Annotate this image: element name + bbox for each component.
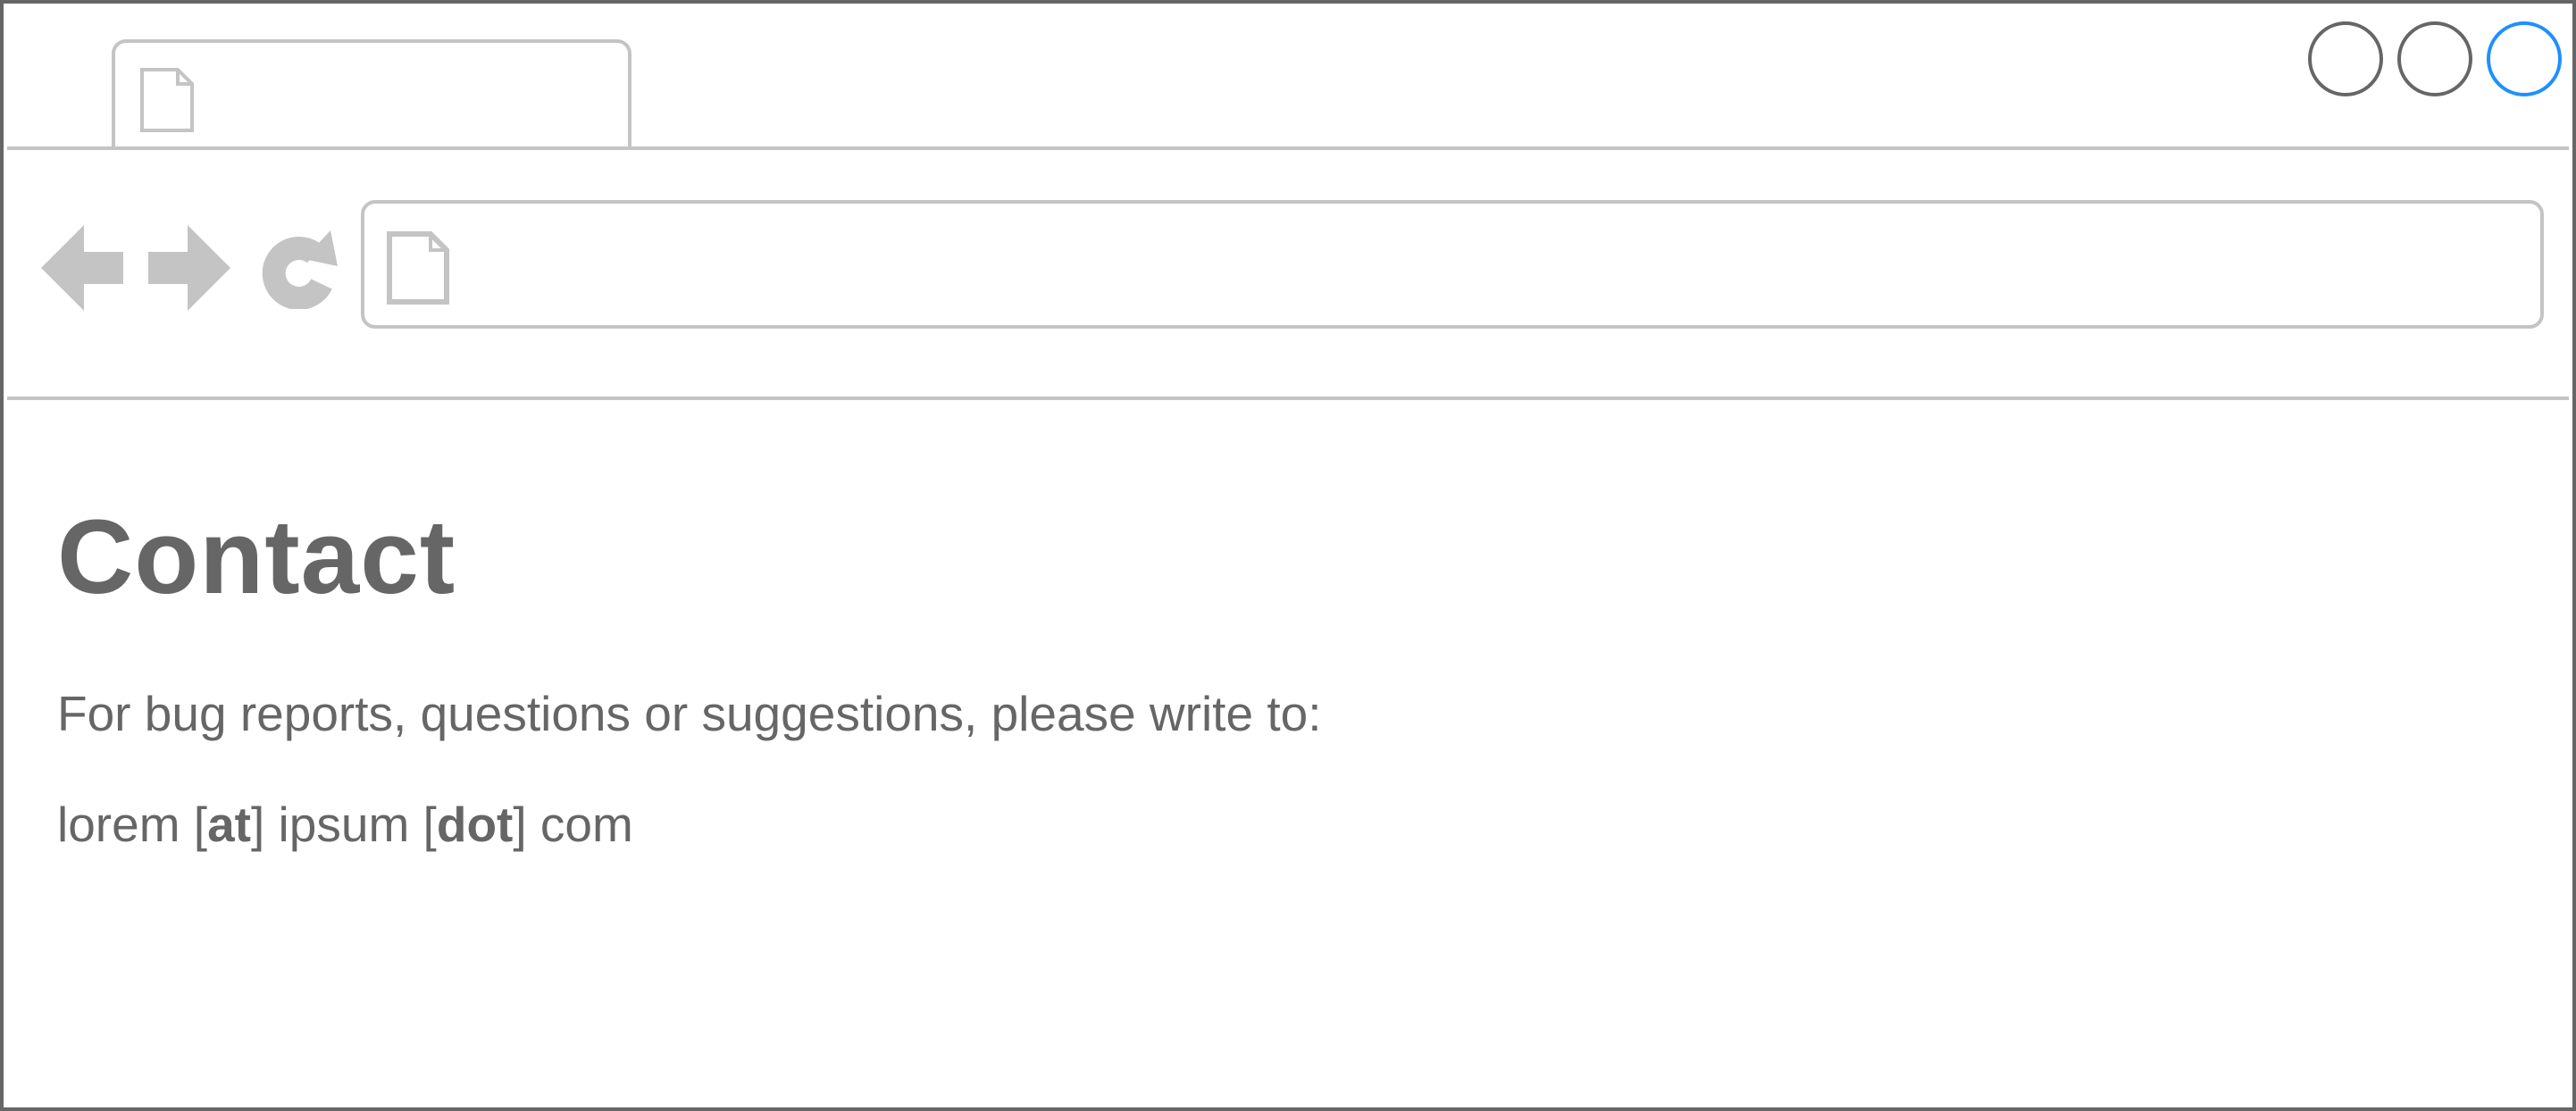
toolbar-divider — [7, 397, 2569, 400]
tabstrip-divider — [7, 146, 2569, 150]
page-icon — [140, 68, 194, 132]
address-bar[interactable] — [361, 200, 2544, 329]
back-arrow-icon[interactable] — [41, 221, 123, 314]
email-dot-text: dot — [436, 797, 514, 852]
close-button[interactable] — [2487, 21, 2562, 96]
maximize-button[interactable] — [2397, 21, 2472, 96]
page-title: Contact — [57, 498, 456, 616]
browser-window: Contact For bug reports, questions or su… — [0, 0, 2576, 1111]
contact-intro-text: For bug reports, questions or suggestion… — [57, 686, 1322, 741]
minimize-button[interactable] — [2308, 21, 2383, 96]
email-part-3: ] com — [513, 797, 633, 852]
email-part-1: lorem [ — [57, 797, 208, 852]
reload-icon[interactable] — [259, 227, 341, 309]
browser-tab[interactable] — [112, 39, 631, 150]
contact-email-text: lorem [at] ipsum [dot] com — [57, 793, 633, 856]
page-icon — [387, 231, 449, 305]
page-content: Contact For bug reports, questions or su… — [57, 486, 2522, 852]
forward-arrow-icon[interactable] — [148, 221, 230, 314]
address-input[interactable] — [472, 204, 2519, 325]
email-part-2: ] ipsum [ — [251, 797, 437, 852]
email-at-text: at — [207, 797, 251, 852]
